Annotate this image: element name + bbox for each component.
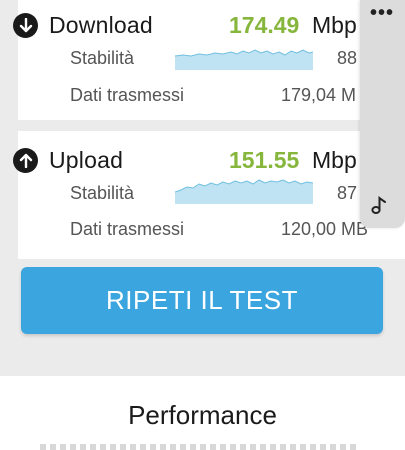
music-note-icon[interactable] [371, 195, 387, 219]
download-title: Download [49, 11, 153, 38]
download-unit: Mbp [312, 12, 357, 38]
download-stability-sparkline [175, 49, 313, 70]
arrow-down-icon [13, 12, 38, 38]
upload-speed: 151.55 [229, 147, 300, 173]
upload-header: Upload [13, 145, 123, 175]
download-stability-label: Stabilità [70, 48, 135, 68]
performance-title: Performance [128, 400, 277, 430]
upload-stability-label: Stabilità [70, 183, 135, 203]
repeat-test-label: RIPETI IL TEST [106, 285, 298, 315]
performance-section: Performance [0, 376, 405, 450]
upload-stability-value: 87 [337, 183, 358, 203]
download-speed: 174.49 [229, 12, 300, 38]
performance-subtitle-cut [40, 444, 360, 450]
arrow-up-icon [13, 147, 38, 173]
download-stability-value: 88 [337, 48, 358, 68]
download-data-label: Dati trasmessi [70, 85, 185, 105]
upload-title: Upload [49, 146, 124, 173]
upload-stability-sparkline [175, 179, 313, 204]
upload-data-label: Dati trasmessi [70, 219, 185, 239]
upload-data-value: 120,00 MB [281, 219, 369, 239]
more-dots-icon[interactable]: ••• [370, 2, 394, 25]
floating-side-panel[interactable]: ••• [360, 0, 405, 228]
repeat-test-button[interactable]: RIPETI IL TEST [21, 267, 383, 334]
download-data-value: 179,04 M [281, 85, 357, 105]
upload-unit: Mbp [312, 147, 357, 173]
download-header: Download [13, 10, 153, 40]
